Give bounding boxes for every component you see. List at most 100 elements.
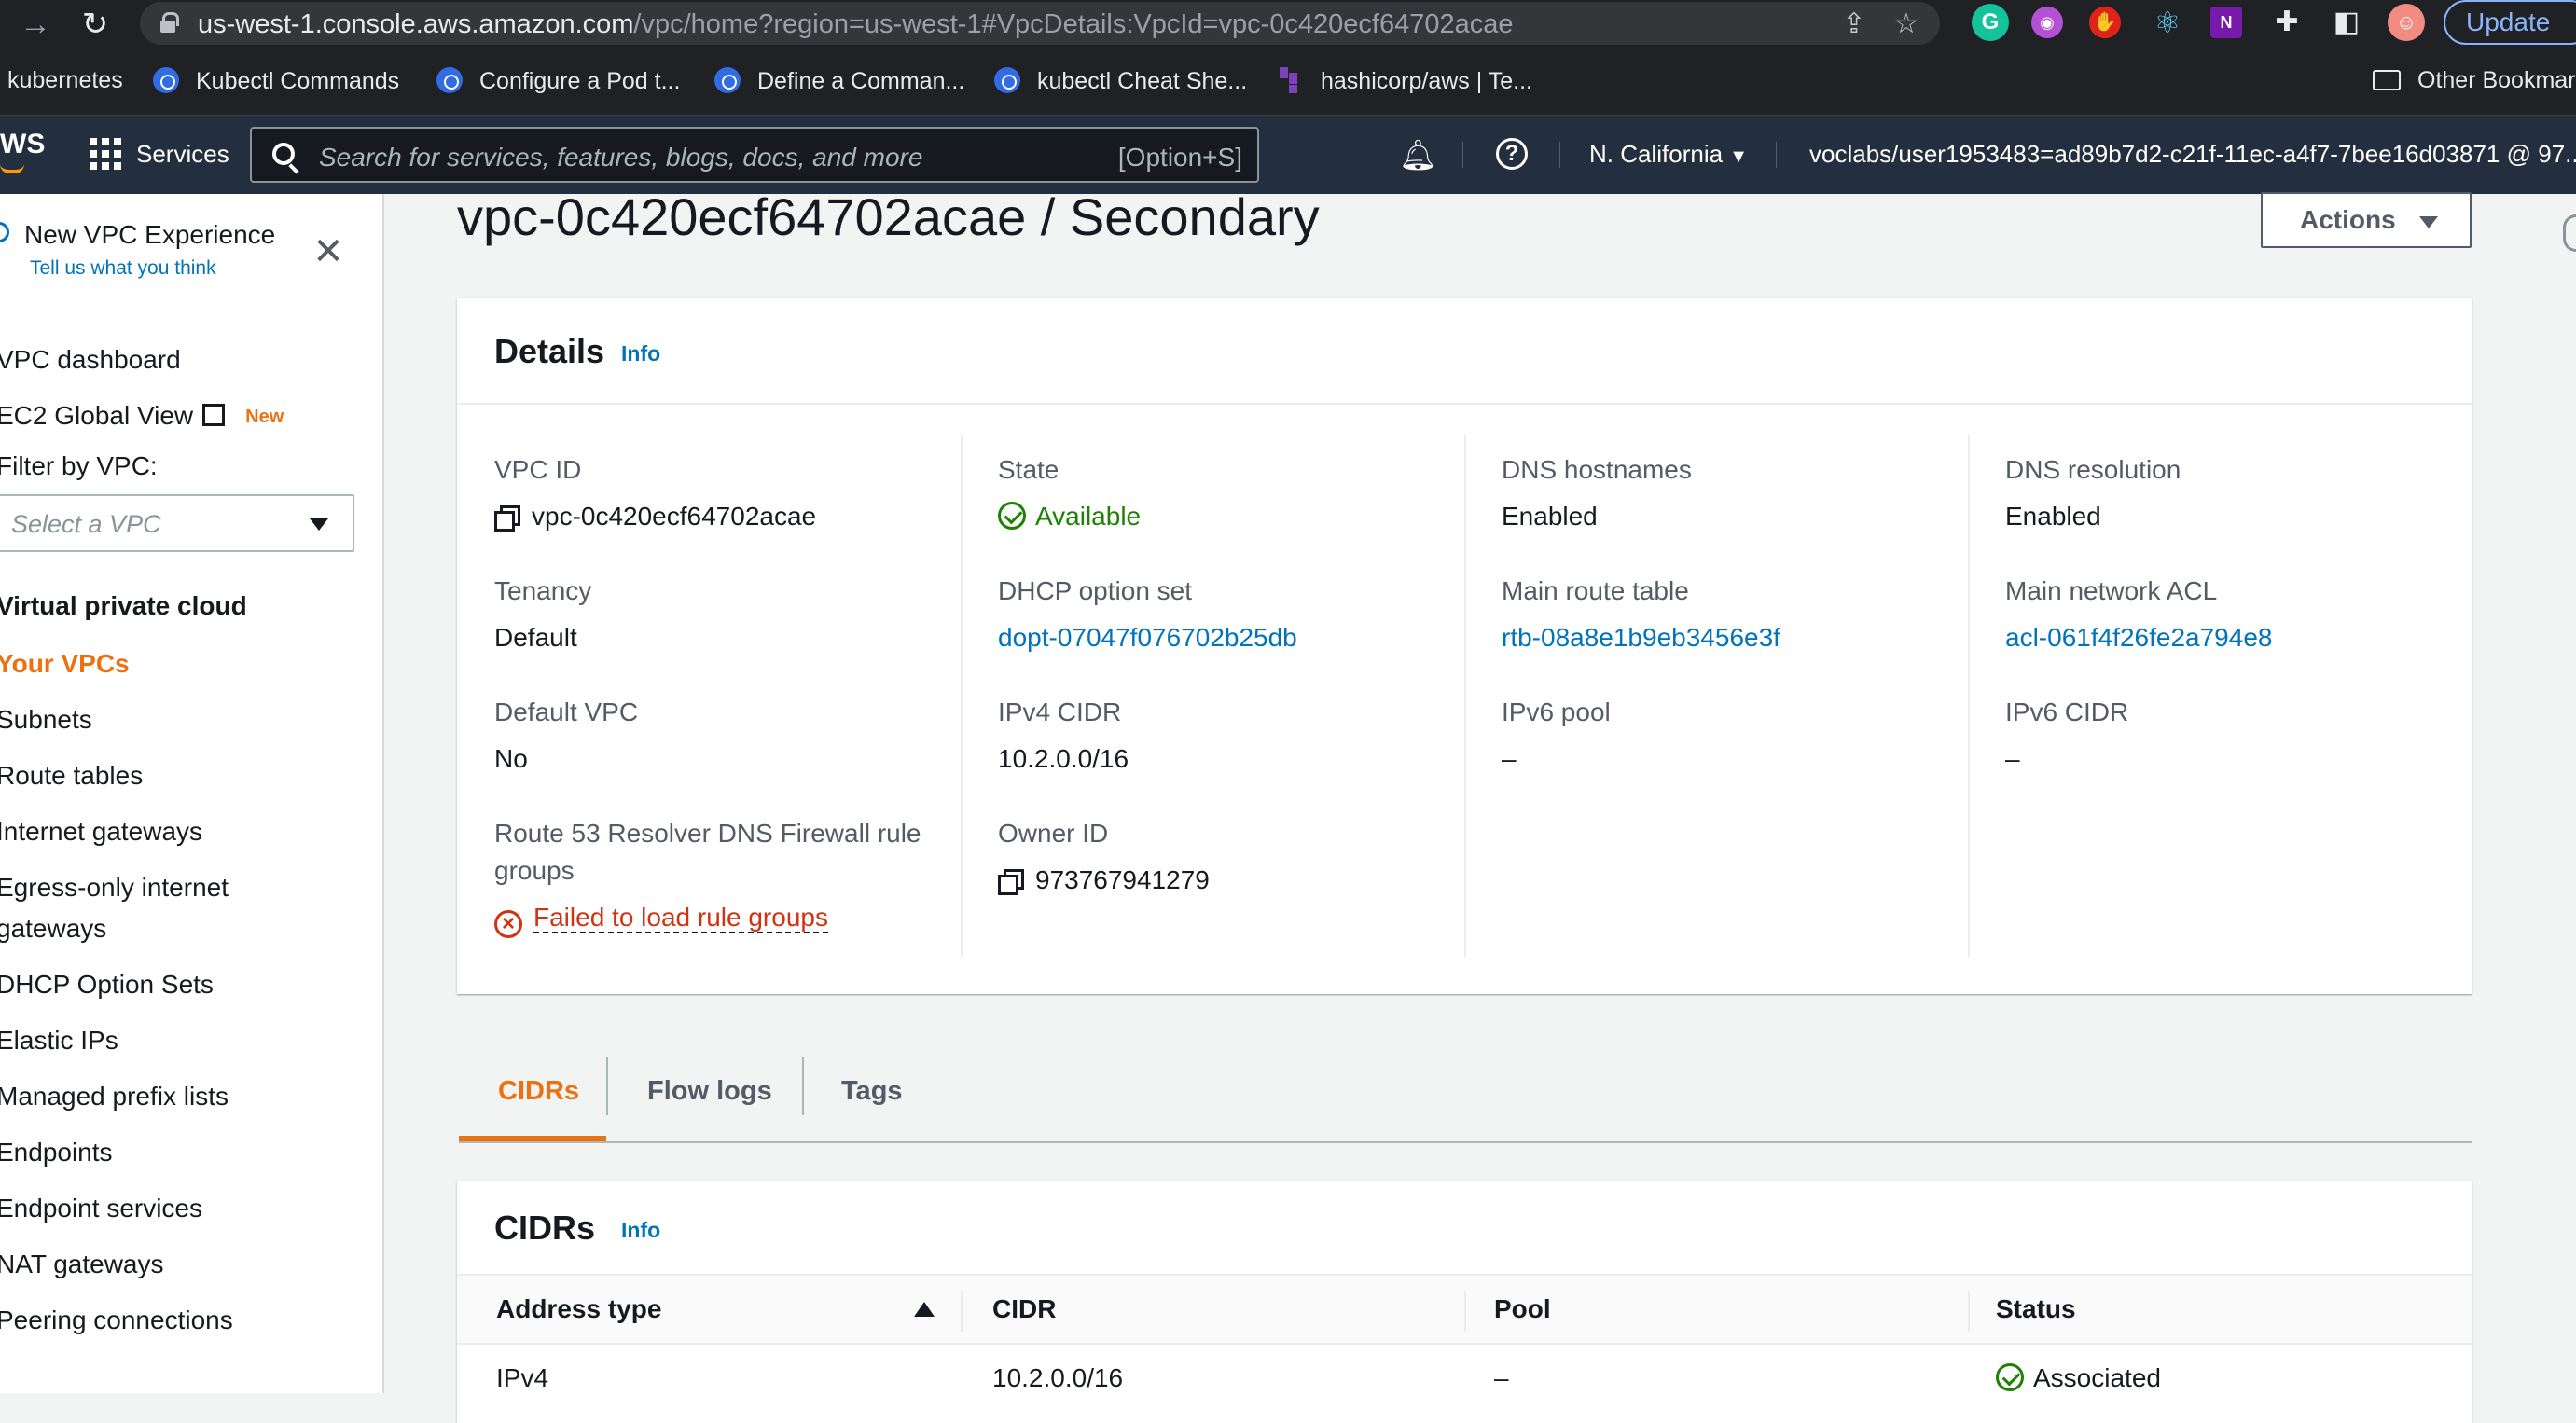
bookmark-hashicorp-aws[interactable]: hashicorp/aws | Te... <box>1280 67 1532 95</box>
owner-id-label: Owner ID <box>998 819 1109 848</box>
sort-ascending-icon[interactable] <box>914 1302 935 1317</box>
feedback-link[interactable]: Tell us what you think <box>30 257 216 280</box>
copy-icon[interactable] <box>494 505 520 532</box>
default-vpc-label: Default VPC <box>494 698 639 726</box>
region-selector[interactable]: N. California ▼ <box>1589 140 1748 169</box>
reload-icon[interactable]: ↻ <box>76 6 114 43</box>
pocket-icon[interactable]: ◉ <box>2031 7 2063 38</box>
help-icon[interactable]: ? <box>1496 138 1528 170</box>
grammarly-icon[interactable]: G <box>1972 4 2009 41</box>
cell-status: Associated <box>1996 1363 2161 1393</box>
account-menu[interactable]: voclabs/user1953483=ad89b7d2-c21f-11ec-a… <box>1809 140 2576 169</box>
cell-pool: – <box>1494 1363 1509 1392</box>
cidrs-title: CIDRs <box>494 1209 596 1247</box>
detail-tabs: CIDRs Flow logs Tags <box>459 1054 2472 1143</box>
sidepanel-icon[interactable]: ◧ <box>2328 4 2365 41</box>
aws-logo[interactable]: WS <box>0 129 45 160</box>
sidebar-item-egress-only-gateways-line2[interactable]: gateways <box>0 908 106 949</box>
adblock-icon[interactable]: ✋ <box>2089 7 2121 38</box>
dns-resolution-value: Enabled <box>2005 502 2101 531</box>
ipv4-cidr-value: 10.2.0.0/16 <box>998 744 1129 773</box>
tab-tags[interactable]: Tags <box>841 1076 903 1107</box>
sidebar-item-endpoints[interactable]: Endpoints <box>0 1132 113 1173</box>
forward-icon[interactable]: → <box>17 6 54 43</box>
onenote-icon[interactable]: N <box>2210 7 2242 38</box>
vpc-id-label: VPC ID <box>494 455 582 484</box>
error-icon: × <box>494 910 522 938</box>
dns-hostnames-value: Enabled <box>1502 502 1598 531</box>
filter-label: Filter by VPC: <box>0 451 158 480</box>
vpc-filter-select[interactable]: Select a VPC <box>0 494 354 552</box>
active-tab-indicator <box>459 1136 606 1141</box>
close-icon[interactable]: ✕ <box>312 233 345 270</box>
dhcp-label: DHCP option set <box>998 576 1193 605</box>
sidebar-item-egress-only-gateways[interactable]: Egress-only internet <box>0 867 229 908</box>
success-check-icon <box>1996 1363 2024 1391</box>
search-icon <box>272 143 295 165</box>
external-link-icon <box>202 404 226 426</box>
address-bar[interactable]: us-west-1.console.aws.amazon.com/vpc/hom… <box>140 2 1940 45</box>
actions-button[interactable]: Actions <box>2261 192 2472 248</box>
right-panel-toggle-icon[interactable] <box>2563 214 2576 252</box>
sidebar-item-nat-gateways[interactable]: NAT gateways <box>0 1244 163 1285</box>
details-title: Details <box>494 332 605 370</box>
caret-down-icon: ▼ <box>1729 146 1749 167</box>
toggle-icon[interactable] <box>0 222 9 242</box>
sidebar-item-elastic-ips[interactable]: Elastic IPs <box>0 1020 118 1061</box>
copy-icon[interactable] <box>998 869 1024 895</box>
search-input[interactable]: Search for services, features, blogs, do… <box>250 127 1259 183</box>
column-header-pool[interactable]: Pool <box>1494 1294 1551 1324</box>
sidebar-item-route-tables[interactable]: Route tables <box>0 755 143 796</box>
ipv6-cidr-label: IPv6 CIDR <box>2005 698 2129 726</box>
share-icon[interactable]: ⇪ <box>1837 7 1871 41</box>
new-badge: New <box>245 407 284 427</box>
puzzle-icon[interactable]: ✚ <box>2268 4 2306 41</box>
bookmark-kubernetes[interactable]: kubernetes <box>7 67 123 94</box>
browser-toolbar: → ↻ us-west-1.console.aws.amazon.com/vpc… <box>0 0 2576 48</box>
tab-flow-logs[interactable]: Flow logs <box>647 1076 772 1107</box>
column-header-status[interactable]: Status <box>1996 1294 2076 1324</box>
ipv6-pool-value: – <box>1502 744 1517 773</box>
column-header-address-type[interactable]: Address type <box>496 1294 661 1324</box>
sidebar-nav: New VPC Experience Tell us what you thin… <box>0 194 384 1393</box>
details-info-link[interactable]: Info <box>621 341 660 366</box>
sidebar-item-ec2-global-view[interactable]: EC2 Global View New <box>0 395 284 437</box>
sidebar-item-internet-gateways[interactable]: Internet gateways <box>0 811 202 852</box>
tab-cidrs[interactable]: CIDRs <box>498 1076 579 1107</box>
bookmark-kubectl-commands[interactable]: Kubectl Commands <box>153 67 399 95</box>
search-placeholder: Search for services, features, blogs, do… <box>319 143 923 172</box>
bookmark-kubectl-cheat-sheet[interactable]: kubectl Cheat She... <box>994 67 1247 95</box>
sidebar-item-managed-prefix-lists[interactable]: Managed prefix lists <box>0 1076 229 1117</box>
cell-cidr: 10.2.0.0/16 <box>992 1363 1124 1392</box>
main-route-table-link[interactable]: rtb-08a8e1b9eb3456e3f <box>1502 619 1780 656</box>
sidebar-item-your-vpcs[interactable]: Your VPCs <box>0 643 130 684</box>
sidebar-item-endpoint-services[interactable]: Endpoint services <box>0 1188 202 1229</box>
dhcp-link[interactable]: dopt-07047f076702b25db <box>998 619 1297 656</box>
update-button[interactable]: Update <box>2444 0 2576 45</box>
tenancy-value: Default <box>494 623 577 652</box>
services-grid-icon[interactable] <box>90 138 121 170</box>
profile-avatar-icon[interactable]: ☺ <box>2388 4 2425 41</box>
table-header-row: Address type CIDR Pool Status <box>457 1274 2472 1345</box>
main-acl-link[interactable]: acl-061f4f26fe2a794e8 <box>2005 619 2272 656</box>
bookmark-star-icon[interactable]: ☆ <box>1890 7 1923 41</box>
bookmark-define-command[interactable]: Define a Comman... <box>714 67 964 95</box>
sidebar-item-subnets[interactable]: Subnets <box>0 699 92 740</box>
react-devtools-icon[interactable]: ⚛ <box>2149 4 2186 41</box>
bookmark-configure-pod[interactable]: Configure a Pod t... <box>436 67 680 95</box>
notifications-bell-icon[interactable]: 🔔︎ <box>1399 138 1437 172</box>
sidebar-item-peering-connections[interactable]: Peering connections <box>0 1300 233 1341</box>
main-route-table-label: Main route table <box>1502 576 1689 605</box>
column-header-cidr[interactable]: CIDR <box>992 1294 1056 1324</box>
services-menu[interactable]: Services <box>136 140 229 169</box>
dns-resolution-label: DNS resolution <box>2005 455 2181 484</box>
r53-label: Route 53 Resolver DNS Firewall rule <box>494 819 921 848</box>
kubernetes-icon <box>714 67 741 93</box>
bookmarks-bar: kubernetes Kubectl Commands Configure a … <box>0 48 2576 116</box>
cidrs-panel: CIDRs Info Address type CIDR Pool Status… <box>457 1181 2472 1423</box>
r53-value[interactable]: × Failed to load rule groups <box>494 899 828 938</box>
sidebar-item-dhcp-option-sets[interactable]: DHCP Option Sets <box>0 964 214 1005</box>
other-bookmarks[interactable]: Other Bookmar <box>2373 67 2576 94</box>
sidebar-item-vpc-dashboard[interactable]: VPC dashboard <box>0 339 181 380</box>
cidrs-info-link[interactable]: Info <box>621 1218 660 1243</box>
